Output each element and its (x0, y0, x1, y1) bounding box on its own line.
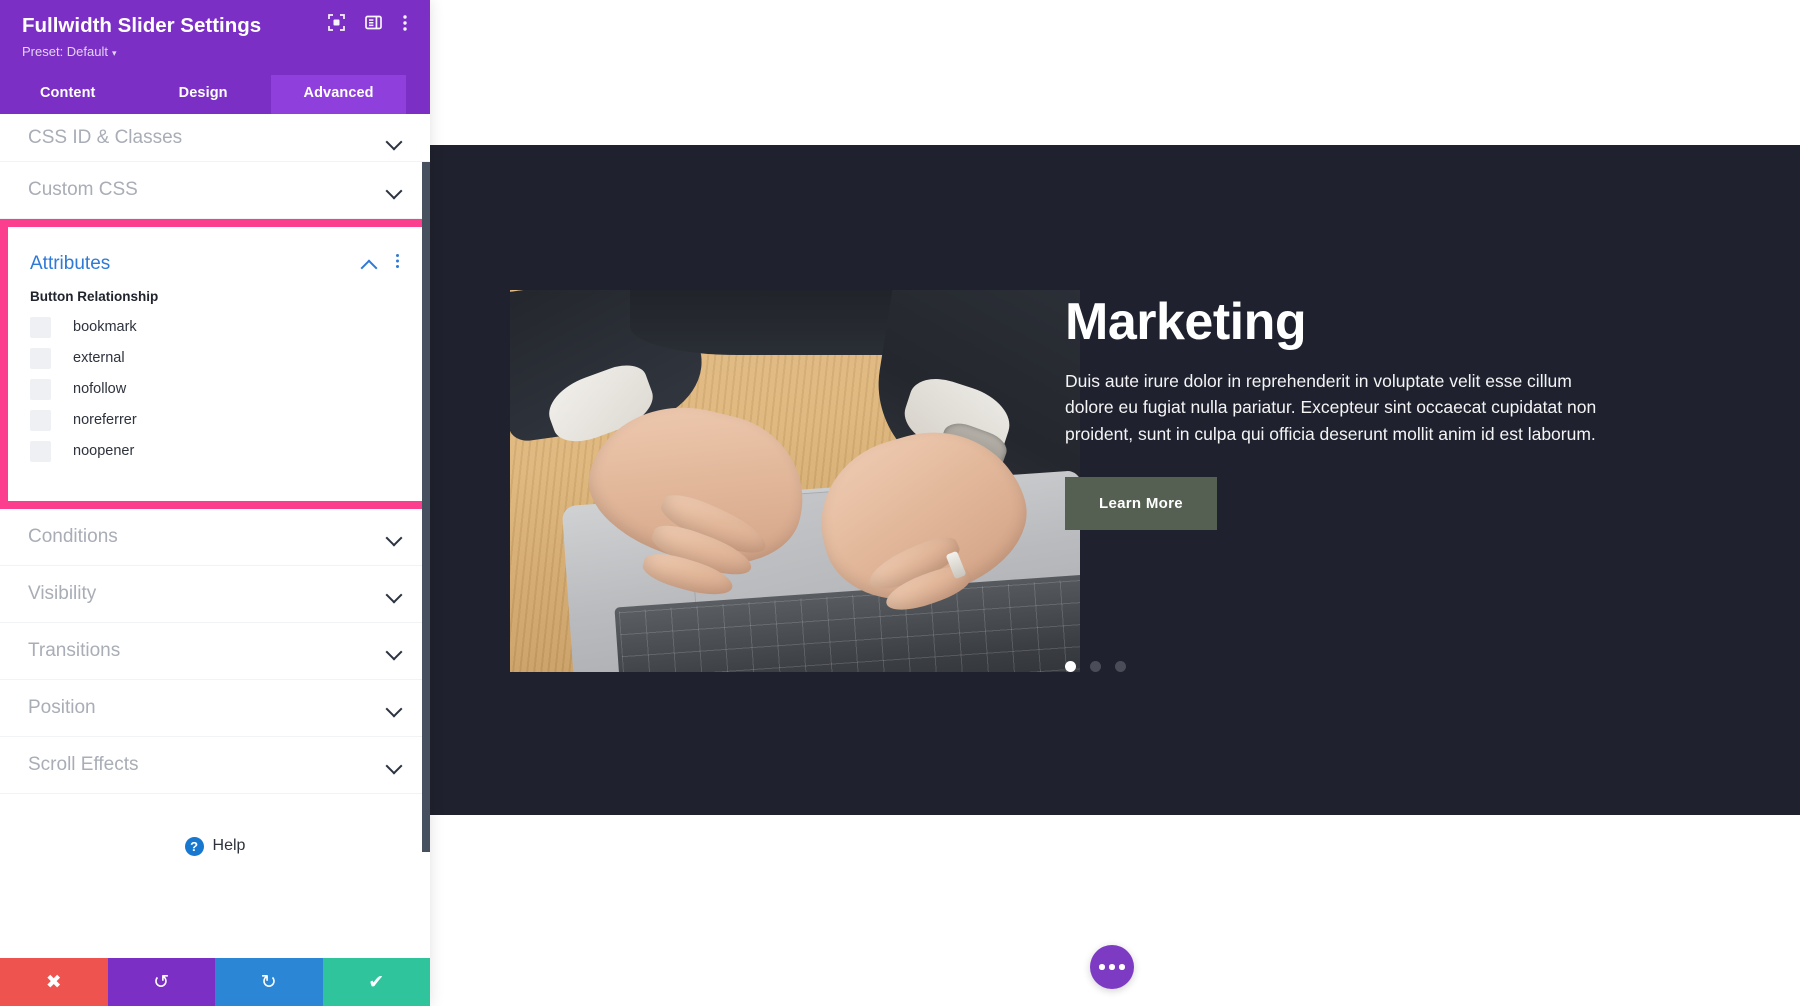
section-custom-css[interactable]: Custom CSS (0, 162, 430, 219)
section-visibility[interactable]: Visibility (0, 566, 430, 623)
focus-frame-icon[interactable] (328, 14, 345, 31)
attributes-section-highlight: Attributes Button Relationship bookmark … (0, 218, 430, 509)
help-icon: ? (184, 836, 204, 856)
slider-dot-2[interactable] (1090, 661, 1101, 672)
kebab-menu-icon[interactable] (402, 14, 408, 32)
section-conditions[interactable]: Conditions (0, 509, 430, 566)
panel-title: Fullwidth Slider Settings (22, 14, 262, 37)
section-label: Transitions (28, 639, 121, 661)
chevron-down-icon[interactable] (386, 133, 402, 149)
chevron-down-icon[interactable] (386, 182, 402, 198)
checkbox-bookmark[interactable] (30, 316, 51, 338)
section-label: Scroll Effects (28, 753, 139, 775)
panel-action-bar: ✖ ↺ ↻ ✔ (0, 958, 430, 1006)
slider-dot-1[interactable] (1065, 661, 1076, 672)
module-settings-panel: Fullwidth Slider Settings Preset: Defaul… (0, 0, 430, 1006)
kebab-menu-icon[interactable] (395, 253, 400, 274)
checkbox-label: noopener (73, 443, 135, 460)
screen: Marketing Duis aute irure dolor in repre… (0, 0, 1800, 1006)
chevron-down-icon[interactable] (386, 643, 402, 659)
checkbox-row-nofollow[interactable]: nofollow (30, 374, 400, 405)
checkbox-noreferrer[interactable] (30, 409, 51, 431)
section-label: Position (28, 696, 96, 718)
fab-dot-3 (1119, 964, 1125, 970)
fab-dot-2 (1109, 964, 1115, 970)
preset-selector[interactable]: Preset: Default ▾ (22, 44, 408, 75)
section-label: Visibility (28, 582, 97, 604)
save-button[interactable]: ✔ (322, 958, 430, 1006)
checkbox-row-noreferrer[interactable]: noreferrer (30, 405, 400, 436)
chevron-down-icon[interactable] (386, 757, 402, 773)
section-label: Custom CSS (28, 178, 138, 200)
preset-label: Preset: Default (22, 43, 108, 59)
attributes-section-body: Button Relationship bookmark external no… (8, 275, 422, 501)
chevron-down-icon[interactable] (386, 529, 402, 545)
chevron-down-icon: ▾ (112, 47, 117, 58)
tab-design[interactable]: Design (135, 75, 270, 114)
redo-button[interactable]: ↻ (215, 958, 323, 1006)
section-label: Attributes (30, 252, 111, 274)
fullwidth-slider-section[interactable]: Marketing Duis aute irure dolor in repre… (430, 145, 1800, 815)
help-link[interactable]: ? Help (0, 794, 430, 899)
section-label: Conditions (28, 525, 118, 547)
panel-layout-icon[interactable] (365, 14, 382, 31)
slide-image (510, 290, 1080, 672)
attributes-section-header[interactable]: Attributes (8, 227, 422, 275)
section-css-id-classes[interactable]: CSS ID & Classes (0, 114, 430, 162)
checkbox-label: external (73, 350, 125, 367)
button-relationship-label: Button Relationship (30, 288, 159, 304)
section-scroll-effects[interactable]: Scroll Effects (0, 737, 430, 794)
panel-scroll-body: CSS ID & Classes Custom CSS Attributes B… (0, 113, 430, 958)
slide-title: Marketing (1065, 293, 1307, 351)
chevron-down-icon[interactable] (386, 586, 402, 602)
checkbox-nofollow[interactable] (30, 378, 51, 400)
panel-scrollbar-thumb[interactable] (422, 161, 430, 852)
panel-scrollbar[interactable] (422, 114, 430, 958)
checkbox-row-bookmark[interactable]: bookmark (30, 312, 400, 343)
checkbox-row-noopener[interactable]: noopener (30, 436, 400, 467)
slide: Marketing Duis aute irure dolor in repre… (430, 145, 1800, 815)
checkbox-noopener[interactable] (30, 440, 51, 462)
checkbox-label: bookmark (73, 319, 137, 336)
slide-description: Duis aute irure dolor in reprehenderit i… (1065, 370, 1597, 444)
section-label: CSS ID & Classes (28, 126, 183, 148)
section-transitions[interactable]: Transitions (0, 623, 430, 680)
tab-advanced[interactable]: Advanced (270, 74, 407, 114)
undo-button[interactable]: ↺ (107, 958, 215, 1006)
checkbox-label: noreferrer (73, 412, 137, 429)
panel-header: Fullwidth Slider Settings Preset: Defaul… (0, 0, 430, 75)
section-position[interactable]: Position (0, 680, 430, 737)
chevron-down-icon[interactable] (386, 700, 402, 716)
slider-dot-3[interactable] (1115, 661, 1126, 672)
settings-tabs: Content Design Advanced (0, 74, 430, 114)
chevron-up-icon[interactable] (361, 256, 377, 272)
slider-pagination[interactable] (1065, 661, 1126, 672)
cancel-button[interactable]: ✖ (0, 958, 108, 1006)
help-label: Help (212, 837, 246, 855)
slide-copy: Marketing Duis aute irure dolor in repre… (1065, 293, 1625, 531)
checkbox-label: nofollow (73, 381, 127, 398)
checkbox-external[interactable] (30, 347, 51, 369)
tab-content[interactable]: Content (0, 75, 135, 114)
panel-header-row: Fullwidth Slider Settings (22, 14, 408, 39)
learn-more-button[interactable]: Learn More (1065, 477, 1217, 531)
checkbox-row-external[interactable]: external (30, 343, 400, 374)
page-settings-fab[interactable] (1090, 945, 1134, 989)
fab-dot-1 (1099, 964, 1105, 970)
